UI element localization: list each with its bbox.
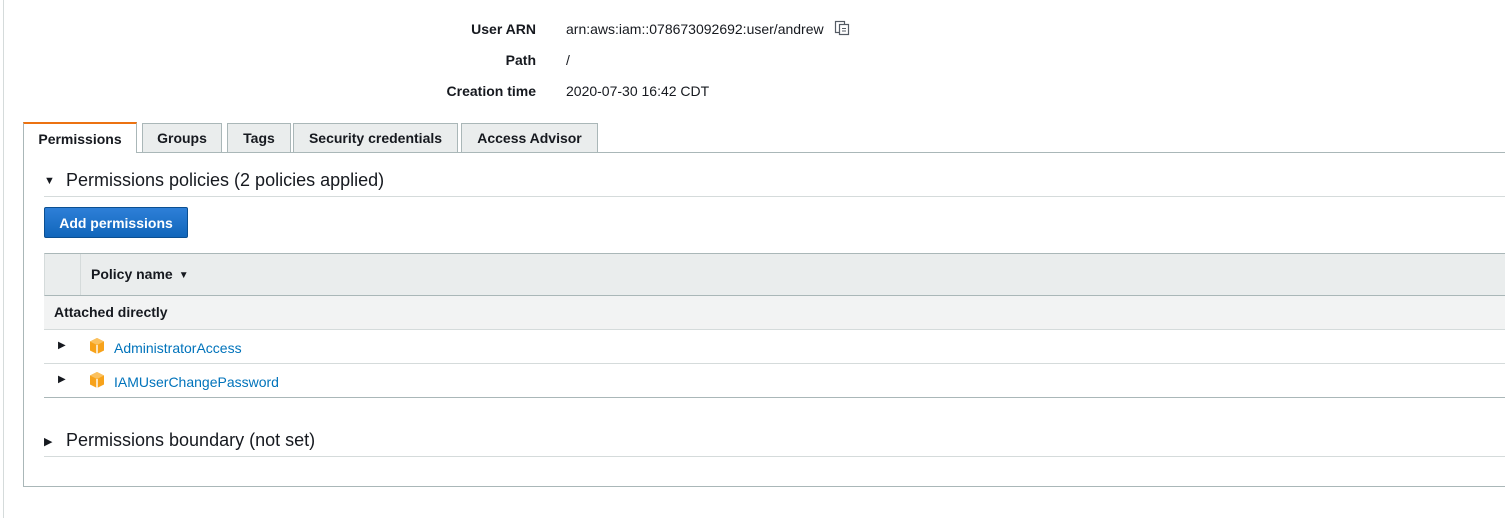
page-left-border [3,0,4,518]
aws-managed-policy-icon [90,338,104,354]
caret-right-icon: ▶ [44,435,53,448]
path-row: Path / [0,52,1505,76]
section-divider [44,456,1505,457]
expand-row-icon[interactable]: ▶ [58,340,66,351]
creation-time-label: Creation time [446,83,536,99]
policy-link[interactable]: AdministratorAccess [114,340,242,356]
permissions-policies-toggle[interactable]: ▼ Permissions policies (2 policies applie… [44,170,384,191]
tab-permissions[interactable]: Permissions [23,122,137,153]
tab-tags[interactable]: Tags [227,123,291,152]
user-arn-row: User ARN arn:aws:iam::078673092692:user/… [0,20,1505,45]
add-permissions-button[interactable]: Add permissions [44,207,188,238]
group-row-attached-directly: Attached directly [44,296,1505,330]
permissions-policies-heading: Permissions policies (2 policies applied… [66,170,385,190]
creation-time-value: 2020-07-30 16:42 CDT [566,83,710,99]
path-label: Path [505,52,536,68]
tab-access-advisor[interactable]: Access Advisor [461,123,598,152]
policy-name-header-label: Policy name [91,266,173,282]
user-arn-value: arn:aws:iam::078673092692:user/andrew [566,21,824,37]
group-label: Attached directly [54,304,168,320]
tab-security-credentials[interactable]: Security credentials [293,123,458,152]
caret-down-icon: ▼ [44,175,55,188]
permissions-boundary-toggle[interactable]: ▶ Permissions boundary (not set) [44,430,315,451]
select-column-header [45,254,81,295]
user-arn-label: User ARN [471,21,536,37]
tab-groups[interactable]: Groups [142,123,222,152]
expand-row-icon[interactable]: ▶ [58,374,66,385]
aws-managed-policy-icon [90,372,104,388]
policy-name-column-header[interactable]: Policy name ▼ [91,266,189,282]
section-divider [44,196,1505,197]
table-row: ▶ AdministratorAccess [44,330,1505,364]
policy-link[interactable]: IAMUserChangePassword [114,374,279,390]
sort-down-icon: ▼ [178,270,189,281]
table-row: ▶ IAMUserChangePassword [44,364,1505,398]
path-value: / [566,52,570,68]
copy-icon[interactable] [834,20,850,36]
table-header: Policy name ▼ [44,253,1505,296]
permissions-boundary-heading: Permissions boundary (not set) [66,430,316,450]
creation-time-row: Creation time 2020-07-30 16:42 CDT [0,83,1505,107]
